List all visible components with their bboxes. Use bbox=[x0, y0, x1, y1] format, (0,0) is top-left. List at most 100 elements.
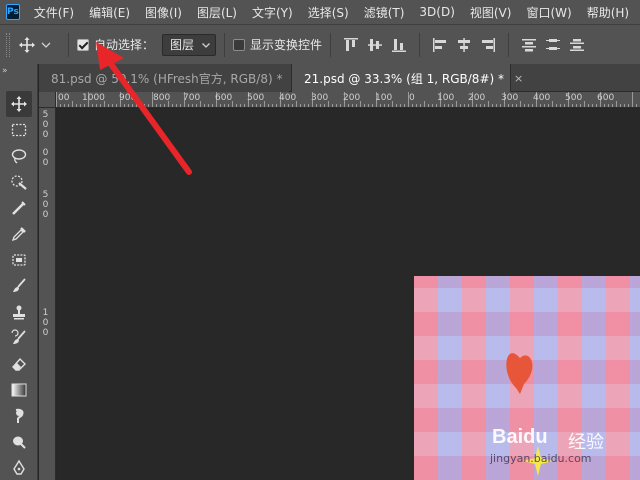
show-transform-controls-checkbox[interactable] bbox=[233, 38, 246, 51]
ruler-label: 600 bbox=[215, 93, 233, 103]
collapse-panel-icon[interactable]: » bbox=[2, 66, 7, 76]
distribute-top-icon bbox=[522, 38, 537, 51]
healing-brush-tool-button[interactable] bbox=[6, 247, 32, 273]
ruler-label: 400 bbox=[533, 93, 551, 103]
quick-selection-icon bbox=[11, 175, 27, 190]
document-tab[interactable]: 81.psd @ 50.1% (HFresh官方, RGB/8) * × bbox=[39, 64, 302, 92]
menu-3d[interactable]: 3D(D) bbox=[419, 5, 454, 19]
menu-help[interactable]: 帮助(H) bbox=[587, 4, 629, 21]
menu-filter[interactable]: 滤镜(T) bbox=[364, 4, 405, 21]
horizontal-ruler[interactable]: 00 1000 900 800 700 600 500 400 300 200 … bbox=[56, 92, 640, 108]
marquee-tool-button[interactable] bbox=[6, 117, 32, 143]
blur-tool-button[interactable] bbox=[6, 403, 32, 429]
ruler-label: 0 bbox=[42, 210, 49, 220]
align-vertical-centers-button[interactable] bbox=[366, 36, 384, 54]
dodge-icon bbox=[13, 436, 26, 449]
history-brush-tool-button[interactable] bbox=[6, 325, 32, 351]
ruler-label: 1000 bbox=[82, 93, 105, 103]
document-tab-bar: 81.psd @ 50.1% (HFresh官方, RGB/8) * × 21.… bbox=[39, 64, 640, 92]
auto-select-label: 自动选择： bbox=[94, 38, 155, 52]
vertical-ruler[interactable]: 5 0 0 0 0 5 0 0 1 0 0 bbox=[39, 108, 56, 480]
pen-tool-button[interactable] bbox=[6, 455, 32, 480]
ruler-label: 200 bbox=[343, 93, 361, 103]
align-right-edges-button[interactable] bbox=[479, 36, 497, 54]
chevron-down-icon bbox=[202, 42, 210, 48]
menu-select[interactable]: 选择(S) bbox=[308, 4, 349, 21]
close-icon[interactable]: × bbox=[514, 72, 523, 85]
menu-type[interactable]: 文字(Y) bbox=[252, 4, 293, 21]
patch-icon bbox=[12, 254, 26, 266]
watermark-brand: Baidu bbox=[492, 426, 548, 448]
align-horizontal-centers-button[interactable] bbox=[455, 36, 473, 54]
auto-select-target-dropdown[interactable]: 图层 bbox=[162, 33, 217, 56]
separator bbox=[224, 32, 226, 57]
ruler-label: 00 bbox=[58, 93, 70, 103]
clone-stamp-tool-button[interactable] bbox=[6, 299, 32, 325]
eraser-icon bbox=[12, 357, 26, 371]
watermark-cn: 经验 bbox=[568, 432, 604, 453]
panel-grip[interactable] bbox=[6, 32, 10, 57]
align-vertical-center-icon bbox=[368, 38, 383, 51]
crop-tool-button[interactable] bbox=[6, 195, 32, 221]
menu-layer[interactable]: 图层(L) bbox=[197, 4, 237, 21]
history-brush-icon bbox=[11, 329, 26, 344]
auto-select-checkbox[interactable] bbox=[77, 38, 89, 51]
align-horizontal-center-icon bbox=[458, 37, 471, 52]
ruler-label: 0 bbox=[42, 158, 49, 168]
menu-window[interactable]: 窗口(W) bbox=[526, 4, 571, 21]
brush-tool-button[interactable] bbox=[6, 273, 32, 299]
brush-icon bbox=[13, 278, 26, 292]
lasso-icon bbox=[11, 149, 27, 164]
ruler-label: 600 bbox=[597, 93, 615, 103]
align-bottom-icon bbox=[392, 38, 407, 52]
ruler-label: 1 bbox=[42, 308, 49, 318]
lasso-tool-button[interactable] bbox=[6, 143, 32, 169]
options-bar: 自动选择： 图层 显示变换控件 bbox=[0, 24, 640, 64]
rectangular-marquee-icon bbox=[11, 123, 27, 137]
move-icon bbox=[19, 36, 35, 53]
separator bbox=[68, 32, 69, 57]
gradient-tool-button[interactable] bbox=[6, 377, 32, 403]
ruler-label: 900 bbox=[119, 93, 137, 103]
eraser-tool-button[interactable] bbox=[6, 351, 32, 377]
separator bbox=[508, 32, 510, 57]
menu-file[interactable]: 文件(F) bbox=[34, 4, 74, 21]
ruler-label: 0 bbox=[42, 200, 49, 210]
menu-view[interactable]: 视图(V) bbox=[470, 4, 512, 21]
ruler-label: 0 bbox=[42, 148, 49, 158]
distribute-top-button[interactable] bbox=[520, 36, 538, 54]
heart-shape bbox=[506, 353, 533, 394]
ruler-label: 300 bbox=[311, 93, 329, 103]
align-left-edges-button[interactable] bbox=[431, 36, 449, 54]
dodge-tool-button[interactable] bbox=[6, 429, 32, 455]
tab-label: 81.psd @ 50.1% (HFresh官方, RGB/8) * bbox=[51, 71, 283, 86]
align-right-icon bbox=[482, 37, 496, 52]
move-tool-button[interactable] bbox=[6, 91, 32, 117]
separator bbox=[419, 32, 421, 57]
align-top-edges-button[interactable] bbox=[342, 36, 360, 54]
photoshop-logo[interactable]: Ps bbox=[6, 4, 20, 20]
tab-label: 21.psd @ 33.3% (组 1, RGB/8#) * bbox=[304, 71, 504, 86]
ruler-label: 400 bbox=[279, 93, 297, 103]
distribute-vertical-center-icon bbox=[546, 38, 561, 50]
smudge-icon bbox=[15, 408, 24, 423]
ruler-origin[interactable] bbox=[39, 92, 56, 108]
distribute-vertical-centers-button[interactable] bbox=[544, 36, 562, 54]
ruler-label: 500 bbox=[247, 93, 265, 103]
quick-selection-tool-button[interactable] bbox=[6, 169, 32, 195]
menu-edit[interactable]: 编辑(E) bbox=[89, 4, 130, 21]
menu-image[interactable]: 图像(I) bbox=[145, 4, 182, 21]
brush-stroke-icon bbox=[12, 201, 26, 215]
ruler-label: 800 bbox=[153, 93, 171, 103]
distribute-bottom-icon bbox=[570, 38, 585, 51]
pen-icon bbox=[13, 459, 25, 475]
eyedropper-tool-button[interactable] bbox=[6, 221, 32, 247]
document-tab-active[interactable]: 21.psd @ 33.3% (组 1, RGB/8#) * × bbox=[291, 64, 523, 92]
stamp-icon bbox=[13, 305, 25, 320]
watermark-url: jingyan.baidu.com bbox=[490, 452, 592, 465]
align-bottom-edges-button[interactable] bbox=[390, 36, 408, 54]
ruler-label: 100 bbox=[437, 93, 455, 103]
ruler-label: 500 bbox=[565, 93, 583, 103]
tool-preset-picker[interactable] bbox=[18, 36, 52, 54]
distribute-bottom-button[interactable] bbox=[568, 36, 586, 54]
